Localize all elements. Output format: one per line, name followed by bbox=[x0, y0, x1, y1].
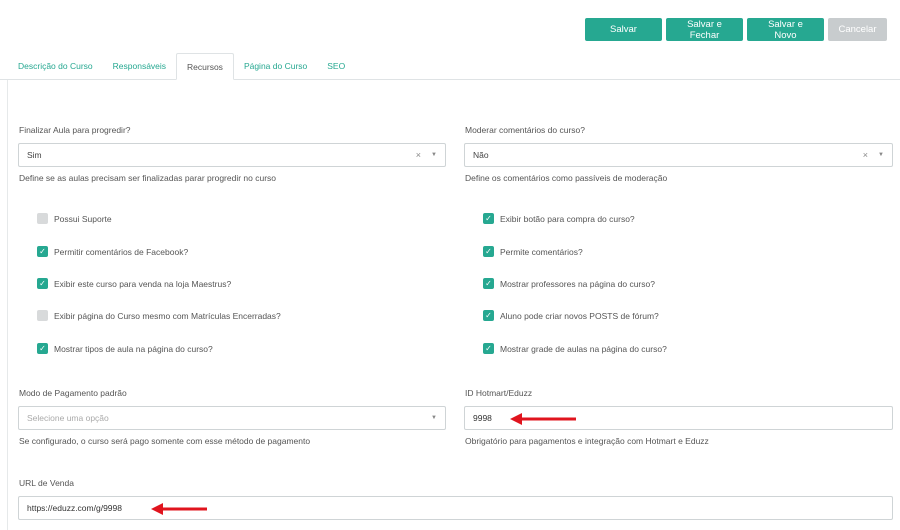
tab-descricao[interactable]: Descrição do Curso bbox=[8, 53, 103, 80]
check-professores[interactable]: ✓ Mostrar professores na página do curso… bbox=[483, 278, 655, 289]
check-label: Mostrar grade de aulas na página do curs… bbox=[500, 343, 667, 354]
checkbox[interactable]: ✓ bbox=[483, 343, 494, 354]
tab-recursos[interactable]: Recursos bbox=[176, 53, 234, 80]
moderate-help: Define os comentários como passíveis de … bbox=[465, 173, 668, 183]
tab-pagina-do-curso[interactable]: Página do Curso bbox=[234, 53, 317, 80]
check-posts-forum[interactable]: ✓ Aluno pode criar novos POSTS de fórum? bbox=[483, 310, 659, 321]
finalize-help: Define se as aulas precisam ser finaliza… bbox=[19, 173, 277, 183]
tab-seo[interactable]: SEO bbox=[317, 53, 355, 80]
check-label: Exibir botão para compra do curso? bbox=[500, 213, 635, 224]
check-label: Exibir página do Curso mesmo com Matrícu… bbox=[54, 310, 281, 321]
checkbox[interactable]: ✓ bbox=[483, 310, 494, 321]
check-label: Possui Suporte bbox=[54, 213, 112, 224]
check-tipos-aula[interactable]: ✓ Mostrar tipos de aula na página do cur… bbox=[37, 343, 213, 354]
check-grade-aulas[interactable]: ✓ Mostrar grade de aulas na página do cu… bbox=[483, 343, 667, 354]
hotmart-label: ID Hotmart/Eduzz bbox=[465, 388, 533, 398]
checkbox[interactable]: ✓ bbox=[37, 246, 48, 257]
sales-url-label: URL de Venda bbox=[19, 478, 74, 488]
check-comentarios-facebook[interactable]: ✓ Permitir comentários de Facebook? bbox=[37, 246, 188, 257]
checkbox[interactable]: ✓ bbox=[483, 213, 494, 224]
annotation-arrow-icon bbox=[510, 413, 576, 425]
check-icon: ✓ bbox=[39, 278, 46, 288]
check-venda-loja[interactable]: ✓ Exibir este curso para venda na loja M… bbox=[37, 278, 231, 289]
save-and-new-button[interactable]: Salvar e Novo bbox=[747, 18, 824, 41]
check-icon: ✓ bbox=[485, 213, 492, 223]
moderate-label: Moderar comentários do curso? bbox=[465, 125, 586, 135]
sales-url-value: https://eduzz.com/g/9998 bbox=[27, 503, 122, 513]
check-icon: ✓ bbox=[485, 310, 492, 320]
check-permite-comentarios[interactable]: ✓ Permite comentários? bbox=[483, 246, 583, 257]
payment-select[interactable]: Selecione uma opção ▼ bbox=[18, 406, 446, 430]
clear-icon[interactable]: × bbox=[416, 150, 421, 160]
check-icon: ✓ bbox=[485, 343, 492, 353]
check-label: Mostrar professores na página do curso? bbox=[500, 278, 655, 289]
check-label: Mostrar tipos de aula na página do curso… bbox=[54, 343, 213, 354]
payment-placeholder: Selecione uma opção bbox=[27, 413, 109, 423]
moderate-value: Não bbox=[473, 150, 489, 160]
chevron-down-icon[interactable]: ▼ bbox=[431, 152, 437, 158]
hotmart-help: Obrigatório para pagamentos e integração… bbox=[465, 436, 709, 446]
hotmart-id-value: 9998 bbox=[473, 413, 492, 423]
checkbox[interactable]: ✓ bbox=[37, 343, 48, 354]
sales-url-input[interactable]: https://eduzz.com/g/9998 bbox=[18, 496, 893, 520]
check-icon: ✓ bbox=[39, 246, 46, 256]
check-icon: ✓ bbox=[485, 278, 492, 288]
check-label: Permite comentários? bbox=[500, 246, 583, 257]
check-icon: ✓ bbox=[39, 343, 46, 353]
payment-label: Modo de Pagamento padrão bbox=[19, 388, 127, 398]
tab-panel-recursos: Finalizar Aula para progredir? Sim × ▼ D… bbox=[7, 80, 900, 530]
finalize-label: Finalizar Aula para progredir? bbox=[19, 125, 131, 135]
finalize-select[interactable]: Sim × ▼ bbox=[18, 143, 446, 167]
save-and-close-button[interactable]: Salvar e Fechar bbox=[666, 18, 743, 41]
checkbox[interactable]: ✓ bbox=[483, 278, 494, 289]
finalize-value: Sim bbox=[27, 150, 42, 160]
checkbox[interactable] bbox=[37, 310, 48, 321]
chevron-down-icon[interactable]: ▼ bbox=[878, 152, 884, 158]
moderate-select[interactable]: Não × ▼ bbox=[464, 143, 893, 167]
check-possui-suporte[interactable]: Possui Suporte bbox=[37, 213, 112, 224]
chevron-down-icon[interactable]: ▼ bbox=[431, 415, 437, 421]
checkbox[interactable]: ✓ bbox=[37, 278, 48, 289]
cancel-button[interactable]: Cancelar bbox=[828, 18, 887, 41]
check-label: Aluno pode criar novos POSTS de fórum? bbox=[500, 310, 659, 321]
checkbox[interactable]: ✓ bbox=[483, 246, 494, 257]
check-label: Exibir este curso para venda na loja Mae… bbox=[54, 278, 232, 289]
check-icon: ✓ bbox=[485, 246, 492, 256]
checkbox[interactable] bbox=[37, 213, 48, 224]
annotation-arrow-icon bbox=[151, 503, 207, 515]
check-matriculas-encerradas[interactable]: Exibir página do Curso mesmo com Matrícu… bbox=[37, 310, 281, 321]
payment-help: Se configurado, o curso será pago soment… bbox=[19, 436, 311, 446]
clear-icon[interactable]: × bbox=[863, 150, 868, 160]
toolbar: Salvar Salvar e Fechar Salvar e Novo Can… bbox=[585, 18, 887, 41]
tab-responsaveis[interactable]: Responsáveis bbox=[103, 53, 176, 80]
save-button[interactable]: Salvar bbox=[585, 18, 662, 41]
check-botao-compra[interactable]: ✓ Exibir botão para compra do curso? bbox=[483, 213, 635, 224]
check-label: Permitir comentários de Facebook? bbox=[54, 246, 189, 257]
tab-bar: Descrição do Curso Responsáveis Recursos… bbox=[0, 53, 900, 80]
